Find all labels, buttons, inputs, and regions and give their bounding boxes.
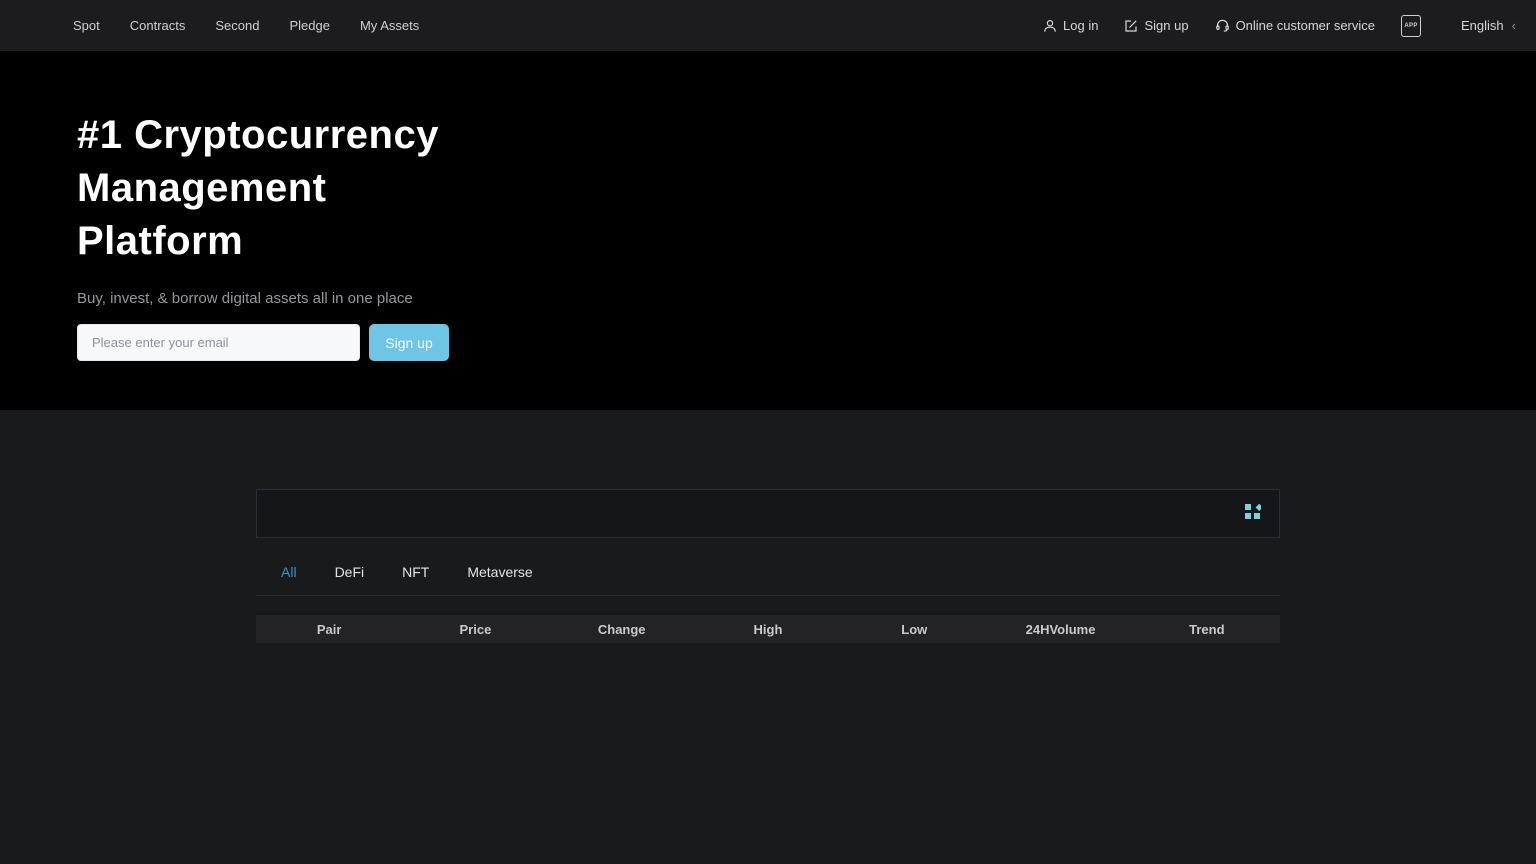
tab-nft[interactable]: NFT [402,564,429,580]
user-icon [1043,19,1057,33]
apps-grid-icon[interactable] [1244,503,1261,525]
language-selector[interactable]: English ‹ [1461,18,1516,33]
customer-service-button[interactable]: Online customer service [1215,18,1375,33]
edit-icon [1124,19,1138,33]
nav-item-spot[interactable]: Spot [73,18,100,33]
signup-label: Sign up [1144,18,1188,33]
nav-item-pledge[interactable]: Pledge [289,18,329,33]
customer-service-label: Online customer service [1236,18,1375,33]
nav-item-contracts[interactable]: Contracts [130,18,186,33]
column-header-low: Low [841,622,987,637]
market-section: All DeFi NFT Metaverse Pair Price Change… [256,489,1280,843]
language-label: English [1461,18,1504,33]
signup-link[interactable]: Sign up [1124,18,1188,33]
hero-subtitle: Buy, invest, & borrow digital assets all… [77,290,1536,307]
column-header-pair: Pair [256,622,402,637]
market-tabs: All DeFi NFT Metaverse [256,564,1280,596]
column-header-trend: Trend [1134,622,1280,637]
nav-actions: Log in Sign up Online customer service [1043,15,1516,37]
headset-icon [1215,18,1230,33]
app-download-icon[interactable]: APP [1401,15,1421,37]
hero-title: #1 Cryptocurrency Management Platform [77,109,1536,268]
nav-menu: Spot Contracts Second Pledge My Assets [73,18,419,33]
column-header-high: High [695,622,841,637]
email-input[interactable] [77,324,360,361]
column-header-price: Price [402,622,548,637]
tab-defi[interactable]: DeFi [335,564,365,580]
login-button[interactable]: Log in [1043,18,1098,33]
login-label: Log in [1063,18,1098,33]
top-navigation-bar: Spot Contracts Second Pledge My Assets L… [0,0,1536,51]
tab-metaverse[interactable]: Metaverse [467,564,532,580]
tab-all[interactable]: All [281,564,297,580]
nav-item-my-assets[interactable]: My Assets [360,18,419,33]
column-header-change: Change [549,622,695,637]
market-table-header: Pair Price Change High Low 24HVolume Tre… [256,615,1280,643]
hero-section: #1 Cryptocurrency Management Platform Bu… [0,51,1536,410]
email-signup-form: Sign up [77,324,1536,361]
chevron-left-icon: ‹ [1512,18,1516,33]
banner-box [256,489,1280,538]
signup-button[interactable]: Sign up [369,324,449,361]
nav-item-second[interactable]: Second [215,18,259,33]
market-table-body [256,643,1280,843]
column-header-24hvolume: 24HVolume [987,622,1133,637]
